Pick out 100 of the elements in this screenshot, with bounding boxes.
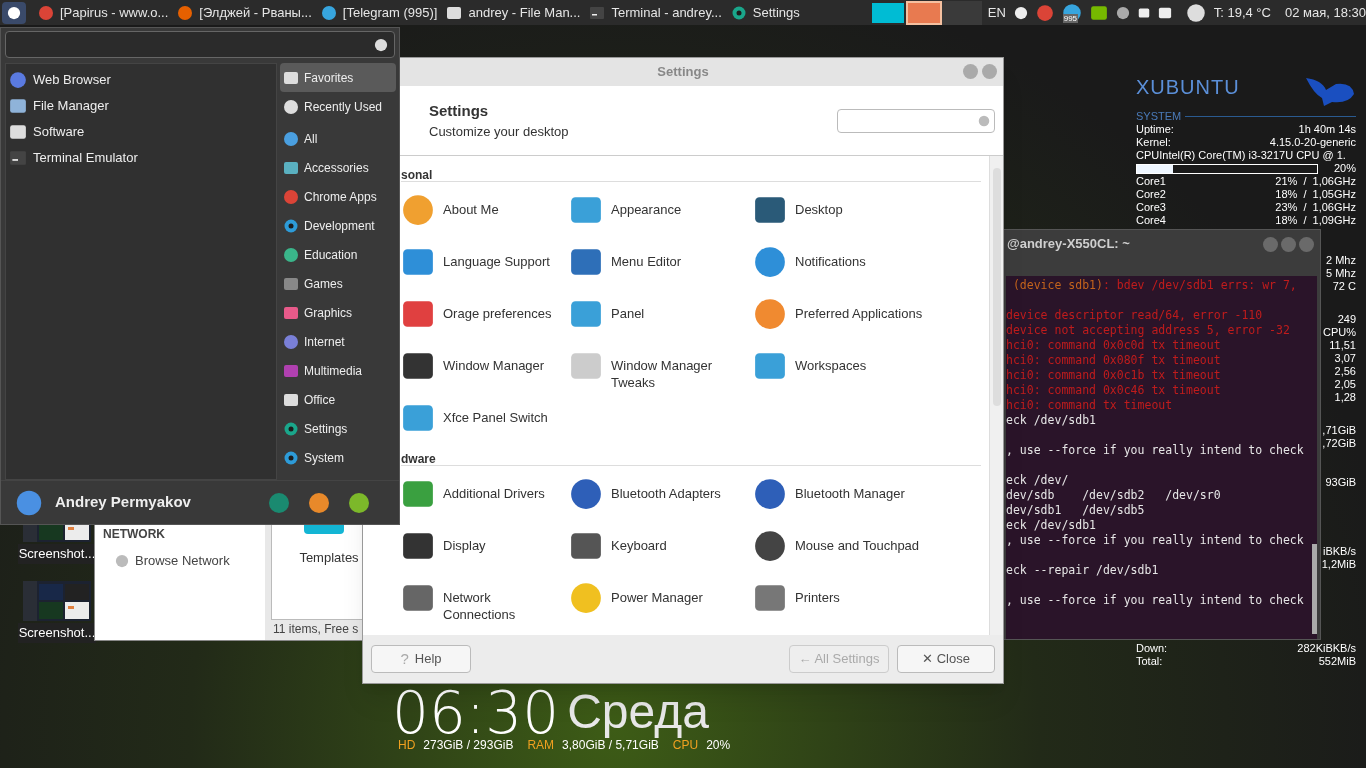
menu-app-item[interactable]: Web Browser (6, 67, 276, 93)
sidebar-item[interactable]: Browse Network (115, 551, 265, 571)
close-button[interactable] (982, 64, 997, 79)
cpu-name: CPUIntel(R) Core(TM) i3-3217U CPU @ 1. (1136, 149, 1347, 162)
applet-item[interactable]: Preferred Applications (753, 288, 953, 340)
lock-button[interactable] (309, 492, 329, 513)
stat-value: 282KiBKB/s (1297, 642, 1356, 655)
panel-clock[interactable]: 02 мая, 18:30 (1284, 2, 1366, 23)
applet-item[interactable]: Window Manager (401, 340, 569, 392)
task-button[interactable]: [Papirus - www.o... (33, 0, 173, 25)
conky-title: XUBUNTU (1136, 76, 1240, 98)
keyboard-layout[interactable]: EN (987, 2, 1012, 23)
stat-label: CPU (672, 738, 699, 754)
terminal-text: eck --repair /dev/sdb1 (1006, 563, 1159, 577)
category-item[interactable]: Games (280, 269, 396, 298)
terminal-icon (589, 4, 606, 21)
applet-item[interactable]: About Me (401, 184, 569, 236)
header-subtitle: Customize your desktop (429, 123, 569, 141)
applet-item[interactable]: Panel (569, 288, 753, 340)
category-item[interactable]: Office (280, 385, 396, 414)
stat-value: 1,2MiB (1321, 558, 1356, 571)
scrollbar[interactable] (1312, 544, 1317, 634)
menu-app-item[interactable]: Software (6, 119, 276, 145)
category-item[interactable]: Internet (280, 327, 396, 356)
temperature-text[interactable]: T: 19,4 °C (1213, 2, 1271, 23)
gear-icon (283, 217, 299, 234)
applet-item[interactable]: Menu Editor (569, 236, 753, 288)
applet-item[interactable]: Xfce Panel Switch (401, 392, 569, 444)
category-item[interactable]: Settings (280, 414, 396, 443)
applet-item[interactable]: Language Support (401, 236, 569, 288)
stat-value: 2 Mhz (1326, 254, 1356, 267)
gear-icon (283, 449, 299, 466)
applet-item[interactable]: Network Connections (401, 572, 569, 624)
applet-item[interactable]: Power Manager (569, 572, 753, 624)
task-button[interactable]: andrey - File Man... (442, 0, 585, 25)
applet-item[interactable]: Notifications (753, 236, 953, 288)
applet-item[interactable]: Printers (753, 572, 953, 624)
stat-value: ,72GiB (1322, 437, 1356, 450)
task-button[interactable]: [Telegram (995)] (316, 0, 442, 25)
stat-value: CPU% (1323, 326, 1356, 339)
terminal-text: hci0: command 0x0c0d tx timeout (1006, 338, 1221, 352)
menu-app-item[interactable]: File Manager (6, 93, 276, 119)
section-heading: sonal (401, 168, 433, 182)
stat-value: 273GiB / 293GiB (423, 737, 514, 754)
search-icon (374, 37, 388, 52)
maximize-button[interactable] (1281, 236, 1296, 252)
minimize-button[interactable] (1263, 236, 1278, 252)
applet-item[interactable]: Bluetooth Adapters (569, 468, 753, 520)
logout-button[interactable] (349, 492, 369, 513)
search-field[interactable] (5, 31, 395, 58)
workspace-button[interactable] (869, 0, 906, 25)
category-item[interactable]: System (280, 443, 396, 472)
help-button[interactable]: ? Help (371, 645, 471, 673)
header-title: Settings (429, 100, 490, 121)
task-button[interactable]: Settings (726, 0, 804, 25)
search-field[interactable] (837, 108, 995, 133)
status-text: 11 items, Free s (272, 621, 360, 638)
close-button[interactable] (1299, 236, 1314, 252)
folder-label[interactable]: Templates (289, 548, 359, 568)
applet-item[interactable]: Workspaces (753, 340, 953, 392)
stat-label: Uptime: (1136, 123, 1174, 136)
terminal-text: hci0: command 0x0c46 tx timeout (1006, 383, 1221, 397)
applet-item[interactable]: Bluetooth Manager (753, 468, 953, 520)
applet-item[interactable]: Window Manager Tweaks (569, 340, 753, 392)
category-item[interactable]: Favorites (280, 63, 396, 92)
whisker-menu-button[interactable] (2, 1, 26, 24)
category-item[interactable]: Recently Used (280, 92, 396, 121)
terminal-icon (9, 149, 27, 167)
category-item[interactable]: Multimedia (280, 356, 396, 385)
task-button[interactable]: Terminal - andrey... (585, 0, 726, 25)
applet-item[interactable]: Keyboard (569, 520, 753, 572)
applet-item[interactable]: Orage preferences (401, 288, 569, 340)
applet-item[interactable]: Mouse and Touchpad (753, 520, 953, 572)
stat-label: RAM (527, 737, 555, 754)
category-item[interactable]: All (280, 124, 396, 153)
applet-item[interactable]: Display (401, 520, 569, 572)
core-value: 18% / 1,09GHz (1275, 214, 1356, 227)
stat-value: 93GiB (1325, 476, 1356, 489)
category-item[interactable]: Graphics (280, 298, 396, 327)
category-item[interactable]: Accessories (280, 153, 396, 182)
settings-button[interactable] (269, 492, 289, 513)
stat-value: ,71GiB (1322, 424, 1356, 437)
core-value: 23% / 1,06GHz (1275, 201, 1356, 214)
close-button[interactable]: ✕ Close (897, 645, 995, 673)
category-item[interactable]: Development (280, 211, 396, 240)
stat-value: 72 C (1332, 280, 1356, 293)
applet-item[interactable]: Desktop (753, 184, 953, 236)
desktop-icon-label[interactable]: Screenshot... (17, 544, 97, 564)
core-value: 18% / 1,05GHz (1275, 188, 1356, 201)
stat-value: 4.15.0-20-generic (1269, 136, 1356, 149)
category-item[interactable]: Education (280, 240, 396, 269)
category-item[interactable]: Chrome Apps (280, 182, 396, 211)
desktop-icon-label[interactable]: Screenshot... (17, 623, 97, 643)
task-button[interactable]: [Элджей - Рваны... (173, 0, 316, 25)
applet-item[interactable]: Appearance (569, 184, 753, 236)
menu-app-item[interactable]: Terminal Emulator (6, 145, 276, 171)
applet-item[interactable]: Additional Drivers (401, 468, 569, 520)
scrollbar[interactable] (989, 156, 1003, 635)
stat-label: Total: (1136, 655, 1163, 668)
maximize-button[interactable] (963, 64, 978, 79)
